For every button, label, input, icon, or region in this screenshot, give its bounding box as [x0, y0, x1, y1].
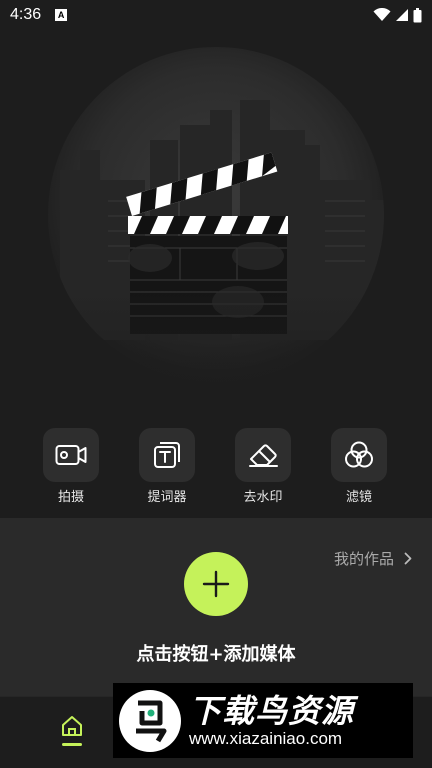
watermark-text: 下载鸟资源 www.xiazainiao.com — [189, 693, 354, 749]
watermark-overlay: 下载鸟资源 www.xiazainiao.com — [113, 683, 413, 758]
watermark-title: 下载鸟资源 — [189, 691, 355, 730]
tool-teleprompter-box[interactable] — [139, 428, 195, 482]
tool-shoot-box[interactable] — [43, 428, 99, 482]
add-media-button[interactable] — [184, 552, 248, 616]
nav-home-indicator — [62, 743, 82, 746]
filter-circles-icon — [345, 441, 373, 468]
app-root: 4:36 A 拍摄 提词器 去水印 滤镜 我的作品 点击按钮+添加媒体 下载鸟资… — [0, 0, 432, 768]
my-works-label: 我的作品 — [333, 550, 394, 568]
wifi-icon — [373, 8, 391, 21]
home-icon — [62, 716, 82, 736]
tool-filter[interactable]: 滤镜 — [324, 428, 394, 505]
bird-logo-icon — [136, 700, 167, 742]
add-media-label: 点击按钮+添加媒体 — [136, 644, 296, 665]
tool-teleprompter[interactable]: 提词器 — [132, 428, 202, 505]
battery-icon — [413, 7, 422, 22]
my-works-link[interactable]: 我的作品 — [334, 548, 412, 569]
status-bar: 4:36 A — [0, 0, 432, 30]
tool-filter-box[interactable] — [331, 428, 387, 482]
tool-remove-watermark[interactable]: 去水印 — [228, 428, 298, 505]
chevron-right-icon — [404, 552, 412, 565]
watermark-url: www.xiazainiao.com — [189, 728, 343, 748]
tool-shoot-label: 拍摄 — [57, 490, 84, 505]
video-camera-icon — [55, 445, 87, 465]
tool-remove-watermark-label: 去水印 — [243, 490, 283, 505]
teleprompter-icon — [154, 442, 180, 468]
plus-icon — [202, 570, 230, 598]
clapperboard-icon — [0, 47, 432, 430]
tool-shoot[interactable]: 拍摄 — [36, 428, 106, 505]
status-time: 4:36 — [10, 6, 42, 23]
tool-remove-watermark-box[interactable] — [235, 428, 291, 482]
tools-row: 拍摄 提词器 去水印 滤镜 — [0, 428, 432, 518]
status-icons — [373, 7, 422, 23]
eraser-icon — [249, 444, 278, 467]
notification-icon: A — [55, 9, 68, 21]
signal-icon — [396, 9, 408, 21]
tool-filter-label: 滤镜 — [345, 490, 372, 505]
nav-home[interactable] — [60, 715, 84, 746]
watermark-logo — [119, 689, 181, 752]
tool-teleprompter-label: 提词器 — [147, 490, 187, 505]
media-panel: 我的作品 点击按钮+添加媒体 — [0, 518, 432, 696]
hero-illustration — [0, 30, 432, 430]
